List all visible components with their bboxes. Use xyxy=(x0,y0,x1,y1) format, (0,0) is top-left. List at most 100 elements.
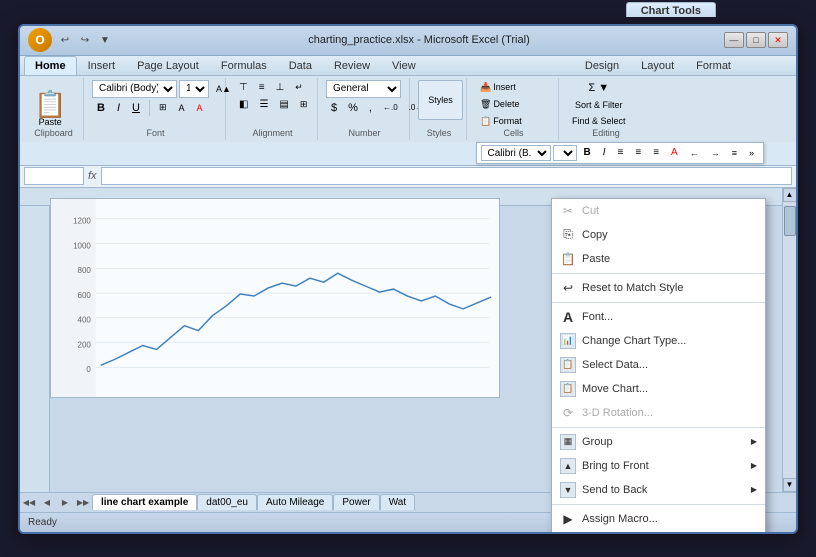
ctx-group[interactable]: ▦ Group xyxy=(552,430,765,454)
sheet-nav-first[interactable]: ◀◀ xyxy=(20,493,38,511)
float-list-button[interactable]: ≡ xyxy=(727,145,742,161)
insert-cells-button[interactable]: 📥Insert xyxy=(475,80,527,95)
float-font-color-button[interactable]: A xyxy=(666,145,683,161)
scroll-down-arrow[interactable]: ▼ xyxy=(783,478,797,492)
tab-data[interactable]: Data xyxy=(278,56,323,75)
quick-access-dropdown[interactable]: ▼ xyxy=(96,31,114,49)
tab-layout[interactable]: Layout xyxy=(630,56,685,75)
tab-home[interactable]: Home xyxy=(24,56,77,75)
delete-cells-button[interactable]: 🗑Delete xyxy=(475,97,527,112)
italic-button[interactable]: I xyxy=(112,100,125,116)
ctx-move-chart[interactable]: 📋 Move Chart... xyxy=(552,377,765,401)
float-align2-button[interactable]: ≡ xyxy=(630,145,646,161)
editing-label: Editing xyxy=(561,128,651,138)
float-more-button[interactable]: » xyxy=(744,145,759,161)
ctx-send-back[interactable]: ▼ Send to Back xyxy=(552,478,765,502)
formula-input[interactable] xyxy=(101,167,792,185)
sheet-tab-1[interactable]: dat00_eu xyxy=(197,494,257,510)
styles-button[interactable]: Styles xyxy=(418,80,463,120)
undo-button[interactable]: ↩ xyxy=(56,31,74,49)
sheet-nav-next[interactable]: ▶ xyxy=(56,493,74,511)
font-size-select[interactable]: 10 xyxy=(179,80,209,98)
tab-format[interactable]: Format xyxy=(685,56,742,75)
tab-page-layout[interactable]: Page Layout xyxy=(126,56,210,75)
redo-button[interactable]: ↪ xyxy=(76,31,94,49)
cut-icon: ✂ xyxy=(560,203,576,219)
percent-button[interactable]: % xyxy=(343,100,363,116)
font-color-button[interactable]: A xyxy=(192,101,208,115)
align-left-button[interactable]: ◧ xyxy=(234,97,253,112)
font-name-select[interactable]: Calibri (Body) xyxy=(92,80,177,98)
ctx-cut[interactable]: ✂ Cut xyxy=(552,199,765,223)
tab-view[interactable]: View xyxy=(381,56,427,75)
align-center-button[interactable]: ☰ xyxy=(254,97,273,112)
align-right-button[interactable]: ▤ xyxy=(274,97,293,112)
group-icon: ▦ xyxy=(560,434,576,450)
float-indent-right-button[interactable]: → xyxy=(706,145,725,161)
ctx-copy[interactable]: ⎘ Copy xyxy=(552,223,765,247)
ctx-paste[interactable]: 📋 Paste xyxy=(552,247,765,271)
chart-area[interactable]: 0 200 400 600 800 1000 1200 xyxy=(50,198,500,398)
align-middle-button[interactable]: ≡ xyxy=(254,80,270,95)
paste-button[interactable]: 📋 Paste xyxy=(30,89,70,129)
format-cells-button[interactable]: 📋Format xyxy=(475,114,527,129)
ctx-select-data[interactable]: 📋 Select Data... xyxy=(552,353,765,377)
tab-review[interactable]: Review xyxy=(323,56,381,75)
comma-button[interactable]: , xyxy=(364,100,377,116)
ctx-rotation-label: 3-D Rotation... xyxy=(582,407,653,419)
float-indent-left-button[interactable]: ← xyxy=(685,145,704,161)
sheet-nav-prev[interactable]: ◀ xyxy=(38,493,56,511)
ctx-separator-4 xyxy=(552,504,765,505)
close-button[interactable]: ✕ xyxy=(768,32,788,48)
minimize-button[interactable]: — xyxy=(724,32,744,48)
bold-button[interactable]: B xyxy=(92,100,110,116)
scroll-up-arrow[interactable]: ▲ xyxy=(783,188,797,202)
decrease-decimal-button[interactable]: ←.0 xyxy=(378,100,403,116)
tab-formulas[interactable]: Formulas xyxy=(210,56,278,75)
ctx-change-chart[interactable]: 📊 Change Chart Type... xyxy=(552,329,765,353)
ctx-font[interactable]: A Font... xyxy=(552,305,765,329)
border-button[interactable]: ⊞ xyxy=(154,100,172,115)
separator xyxy=(149,100,150,116)
float-bold-button[interactable]: B xyxy=(579,145,596,161)
align-bottom-button[interactable]: ⊥ xyxy=(271,80,290,95)
sheet-nav-last[interactable]: ▶▶ xyxy=(74,493,92,511)
float-font-select[interactable]: Calibri (B... xyxy=(481,145,551,161)
sort-filter-button[interactable]: Sort & Filter xyxy=(567,98,631,112)
fill-color-button[interactable]: A xyxy=(174,101,190,115)
float-align1-button[interactable]: ≡ xyxy=(613,145,629,161)
merge-button[interactable]: ⊞ xyxy=(295,97,313,112)
sheet-tab-3[interactable]: Power xyxy=(333,494,379,510)
scroll-thumb[interactable] xyxy=(784,206,796,236)
paste-label: Paste xyxy=(39,117,62,127)
sheet-tab-2[interactable]: Auto Mileage xyxy=(257,494,333,510)
svg-text:800: 800 xyxy=(78,266,92,275)
ctx-rotation[interactable]: ⟳ 3-D Rotation... xyxy=(552,401,765,425)
maximize-button[interactable]: □ xyxy=(746,32,766,48)
ctx-format-chart[interactable]: 📋 Format Chart Area... xyxy=(552,531,765,534)
wrap-text-button[interactable]: ↵ xyxy=(290,80,308,95)
name-box[interactable] xyxy=(24,167,84,185)
sum-button[interactable]: Σ ▼ xyxy=(567,80,631,96)
formula-prefix: fx xyxy=(88,170,97,182)
styles-group: Styles Styles xyxy=(412,78,467,140)
number-format-select[interactable]: General xyxy=(326,80,401,98)
sheet-tab-0[interactable]: line chart example xyxy=(92,494,197,510)
ctx-change-chart-label: Change Chart Type... xyxy=(582,335,686,347)
ctx-reset[interactable]: ↩ Reset to Match Style xyxy=(552,276,765,300)
ctx-assign-macro[interactable]: ▶ Assign Macro... xyxy=(552,507,765,531)
currency-button[interactable]: $ xyxy=(326,100,342,116)
chart-inner: 0 200 400 600 800 1000 1200 xyxy=(51,199,499,397)
underline-button[interactable]: U xyxy=(127,100,145,116)
tab-design[interactable]: Design xyxy=(574,56,630,75)
tab-insert[interactable]: Insert xyxy=(77,56,127,75)
ctx-bring-front[interactable]: ▲ Bring to Front xyxy=(552,454,765,478)
align-top-button[interactable]: ⊤ xyxy=(234,80,253,95)
float-align3-button[interactable]: ≡ xyxy=(648,145,664,161)
window-title: charting_practice.xlsx - Microsoft Excel… xyxy=(114,34,724,46)
find-select-button[interactable]: Find & Select xyxy=(567,114,631,128)
float-size-select[interactable]: 10 xyxy=(553,145,577,161)
float-italic-button[interactable]: I xyxy=(598,145,611,161)
sheet-tab-4[interactable]: Wat xyxy=(380,494,415,510)
office-button[interactable]: O xyxy=(28,28,52,52)
